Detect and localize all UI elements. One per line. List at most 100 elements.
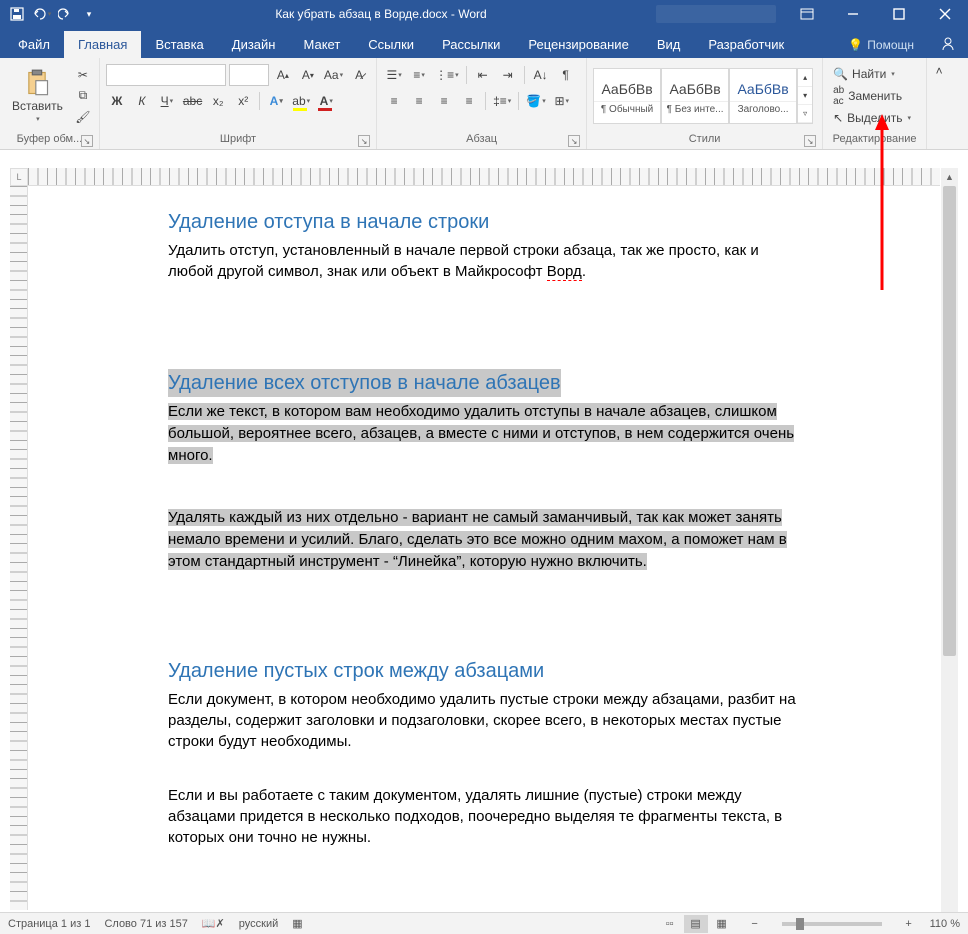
show-marks-icon[interactable]: ¶ [555, 64, 577, 86]
search-icon: 🔍 [833, 67, 848, 81]
align-right-icon[interactable]: ≡ [433, 90, 455, 112]
status-bar: Страница 1 из 1 Слово 71 из 157 📖✗ русск… [0, 912, 968, 934]
redo-icon[interactable] [54, 3, 76, 25]
tab-home[interactable]: Главная [64, 31, 141, 58]
vertical-scrollbar[interactable]: ▲ ▼ [941, 168, 958, 934]
format-painter-icon[interactable]: 🖌 [73, 108, 93, 126]
copy-icon[interactable]: ⧉ [73, 87, 93, 105]
scroll-up-icon[interactable]: ▲ [941, 168, 958, 185]
borders-icon[interactable]: ⊞▾ [551, 90, 573, 112]
multilevel-list-icon[interactable]: ⋮≡▾ [433, 64, 461, 86]
minimize-icon[interactable] [830, 0, 876, 28]
paragraph-3: Удалять каждый из них отдельно - вариант… [168, 509, 787, 570]
style-heading1[interactable]: АаБбВвЗаголово... [729, 68, 797, 124]
line-spacing-icon[interactable]: ‡≡▾ [491, 90, 513, 112]
spellcheck-icon[interactable]: 📖✗ [202, 917, 225, 930]
change-case-icon[interactable]: Aa▾ [322, 64, 345, 86]
tab-developer[interactable]: Разработчик [694, 31, 798, 58]
heading-1: Удаление отступа в начале строки [168, 208, 800, 236]
highlight-color-icon[interactable]: ab▾ [290, 90, 312, 112]
horizontal-ruler[interactable] [28, 168, 940, 186]
print-layout-icon[interactable]: ▤ [684, 915, 708, 933]
decrease-indent-icon[interactable]: ⇤ [472, 64, 494, 86]
status-language[interactable]: русский [239, 918, 278, 930]
tab-design[interactable]: Дизайн [218, 31, 290, 58]
account-placeholder [656, 5, 776, 23]
ribbon-display-icon[interactable] [784, 0, 830, 28]
tab-review[interactable]: Рецензирование [514, 31, 642, 58]
zoom-slider[interactable] [782, 922, 882, 926]
shrink-font-icon[interactable]: A▾ [297, 64, 319, 86]
styles-scroll[interactable]: ▴▾▿ [797, 68, 813, 124]
font-color-icon[interactable]: A▾ [315, 90, 337, 112]
text-effects-icon[interactable]: A▾ [265, 90, 287, 112]
paste-icon [23, 69, 51, 97]
italic-button[interactable]: К [131, 90, 153, 112]
font-launcher[interactable]: ↘ [358, 135, 370, 147]
maximize-icon[interactable] [876, 0, 922, 28]
increase-indent-icon[interactable]: ⇥ [497, 64, 519, 86]
bullets-icon[interactable]: ☰▾ [383, 64, 405, 86]
status-page[interactable]: Страница 1 из 1 [8, 918, 90, 930]
zoom-in-icon[interactable]: + [902, 918, 916, 930]
replace-button[interactable]: abacЗаменить [829, 86, 915, 106]
macro-icon[interactable]: ▦ [292, 917, 302, 930]
view-buttons: ▫▫ ▤ ▦ [658, 915, 734, 933]
ruler-corner[interactable]: L [10, 168, 28, 186]
align-left-icon[interactable]: ≡ [383, 90, 405, 112]
selected-block: Удаление всех отступов в начале абзацев … [168, 376, 794, 464]
qat-customize-icon[interactable]: ▾ [78, 3, 100, 25]
font-size-combo[interactable] [229, 64, 269, 86]
paste-button[interactable]: Вставить▾ [6, 63, 69, 129]
lightbulb-icon: 💡 [848, 38, 863, 52]
web-layout-icon[interactable]: ▦ [710, 915, 734, 933]
status-words[interactable]: Слово 71 из 157 [104, 918, 187, 930]
vertical-ruler[interactable] [10, 186, 28, 910]
close-icon[interactable] [922, 0, 968, 28]
zoom-out-icon[interactable]: − [748, 918, 762, 930]
select-button[interactable]: ↖Выделить▾ [829, 108, 915, 128]
paragraph-1: Удалить отступ, установленный в начале п… [168, 240, 800, 282]
zoom-level[interactable]: 110 % [930, 918, 960, 930]
collapse-ribbon-icon[interactable]: ˄ [927, 58, 951, 149]
strikethrough-button[interactable]: abc [181, 90, 204, 112]
styles-launcher[interactable]: ↘ [804, 135, 816, 147]
heading-3: Удаление пустых строк между абзацами [168, 657, 800, 685]
find-button[interactable]: 🔍Найти▾ [829, 64, 915, 84]
tab-insert[interactable]: Вставка [141, 31, 217, 58]
tell-me-search[interactable]: 💡 Помощн [842, 38, 928, 58]
selected-block-2: Удалять каждый из них отдельно - вариант… [168, 509, 787, 570]
tab-layout[interactable]: Макет [289, 31, 354, 58]
font-name-combo[interactable] [106, 64, 226, 86]
paragraph-launcher[interactable]: ↘ [568, 135, 580, 147]
sort-icon[interactable]: A↓ [530, 64, 552, 86]
superscript-button[interactable]: x² [232, 90, 254, 112]
underline-button[interactable]: Ч▾ [156, 90, 178, 112]
document-area[interactable]: Удаление отступа в начале строки Удалить… [28, 186, 940, 934]
page: Удаление отступа в начале строки Удалить… [28, 186, 940, 891]
tab-mailings[interactable]: Рассылки [428, 31, 514, 58]
share-icon[interactable] [928, 36, 968, 58]
tab-references[interactable]: Ссылки [354, 31, 428, 58]
quick-access-toolbar: ▾ ▾ [0, 3, 106, 25]
style-no-spacing[interactable]: АаБбВв¶ Без инте... [661, 68, 729, 124]
align-center-icon[interactable]: ≡ [408, 90, 430, 112]
clear-formatting-icon[interactable]: A̷ [348, 64, 370, 86]
subscript-button[interactable]: x₂ [207, 90, 229, 112]
cut-icon[interactable]: ✂ [73, 66, 93, 84]
tab-view[interactable]: Вид [643, 31, 695, 58]
style-normal[interactable]: АаБбВв¶ Обычный [593, 68, 661, 124]
justify-icon[interactable]: ≡ [458, 90, 480, 112]
undo-icon[interactable]: ▾ [30, 3, 52, 25]
bold-button[interactable]: Ж [106, 90, 128, 112]
scroll-thumb[interactable] [943, 186, 956, 656]
grow-font-icon[interactable]: A▴ [272, 64, 294, 86]
tab-file[interactable]: Файл [4, 31, 64, 58]
title-bar: ▾ ▾ Как убрать абзац в Ворде.docx - Word [0, 0, 968, 28]
save-icon[interactable] [6, 3, 28, 25]
clipboard-launcher[interactable]: ↘ [81, 135, 93, 147]
numbering-icon[interactable]: ≡▾ [408, 64, 430, 86]
read-mode-icon[interactable]: ▫▫ [658, 915, 682, 933]
shading-icon[interactable]: 🪣▾ [524, 90, 547, 112]
paragraph-5: Если и вы работаете с таким документом, … [168, 785, 800, 848]
